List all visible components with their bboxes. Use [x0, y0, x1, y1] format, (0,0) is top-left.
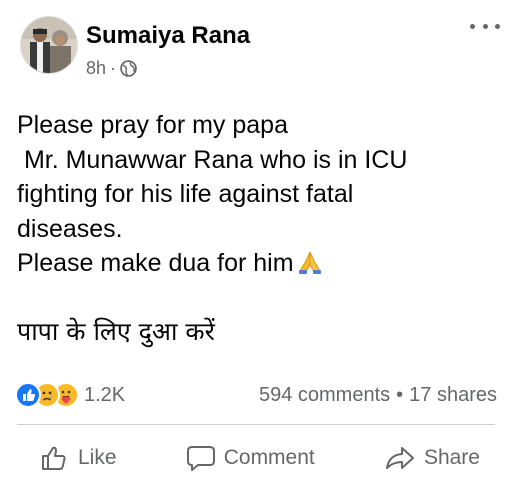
post-text: Please pray for my papa Mr. Munawwar Ran…: [17, 108, 497, 349]
folded-hands-icon: [298, 251, 321, 274]
comments-count[interactable]: 594 comments: [259, 384, 390, 407]
divider: [17, 424, 495, 425]
globe-icon: [120, 60, 137, 77]
more-options-button[interactable]: [470, 16, 500, 36]
reactions-summary[interactable]: 1.2K: [15, 382, 125, 408]
action-bar: Like Comment Share: [40, 440, 480, 476]
avatar-photo: [21, 17, 77, 73]
author-name[interactable]: Sumaiya Rana: [86, 22, 250, 50]
post-line: fighting for his life against fatal: [17, 180, 354, 208]
share-label: Share: [423, 446, 480, 469]
meta-separator: ·: [110, 58, 117, 78]
post-line-with-emoji: Please make dua for him: [17, 246, 497, 281]
share-button[interactable]: Share: [384, 444, 480, 472]
post-line: Please make dua for him: [17, 249, 294, 277]
engagement-stats: 594 comments • 17 shares: [259, 384, 497, 407]
reaction-count: 1.2K: [84, 383, 126, 406]
stats-separator: •: [396, 383, 404, 406]
post-meta: 8h ·: [86, 58, 137, 79]
shares-count[interactable]: 17 shares: [409, 384, 497, 407]
post-line: diseases.: [17, 214, 123, 243]
comment-button[interactable]: Comment: [186, 444, 315, 472]
hindi-line: पापा के लिए दुआ करें: [17, 316, 215, 346]
post-line: Mr. Munawwar Rana who is in ICU: [17, 145, 408, 174]
more-dot: [495, 23, 500, 29]
stats-row: 1.2K 594 comments • 17 shares: [15, 381, 497, 409]
post-line: Please pray for my papa: [17, 111, 288, 139]
post-time[interactable]: 8h: [86, 58, 106, 79]
post-header: Sumaiya Rana 8h ·: [20, 16, 500, 84]
more-dot: [470, 23, 475, 29]
like-reaction-icon: [15, 382, 41, 408]
like-button[interactable]: Like: [40, 444, 117, 472]
comment-icon: [186, 446, 215, 471]
more-dot: [482, 23, 488, 29]
like-label: Like: [78, 446, 117, 469]
avatar[interactable]: [20, 16, 78, 74]
share-arrow-icon: [385, 447, 414, 469]
comment-label: Comment: [223, 446, 315, 469]
thumbs-up-icon: [42, 446, 66, 470]
